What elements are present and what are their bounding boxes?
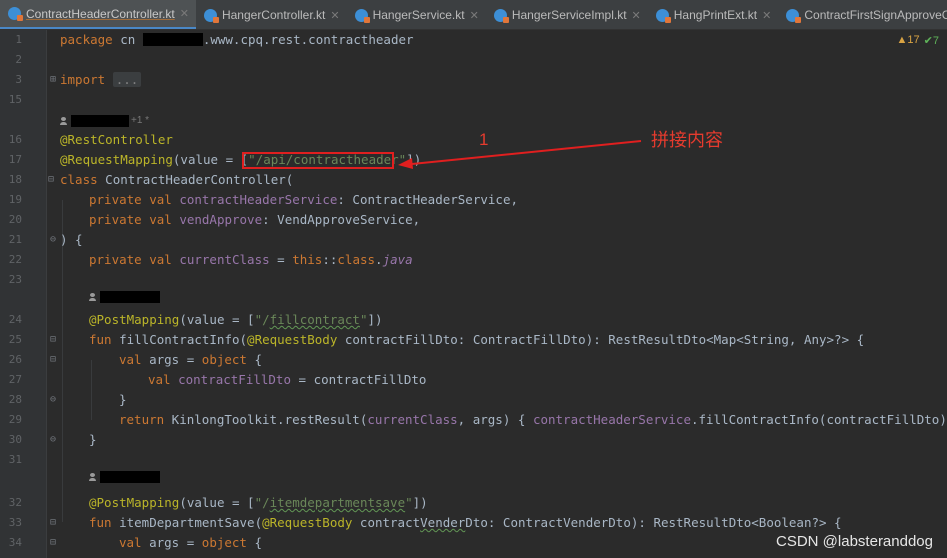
annotation-label: 拼接内容 — [651, 130, 723, 151]
watermark: CSDN @labsteranddog — [776, 533, 933, 550]
annotation-arrow — [398, 140, 642, 169]
annotation-number: 1 — [479, 130, 489, 149]
